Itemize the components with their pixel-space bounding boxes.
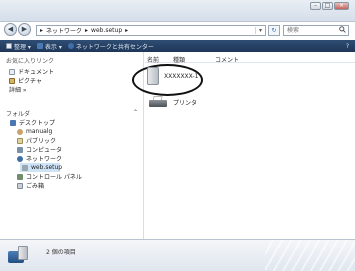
desktop-icon [10, 119, 16, 126]
minimize-button[interactable]: – [310, 2, 321, 10]
tree-item-network[interactable]: ネットワーク [0, 154, 144, 163]
folders-header[interactable]: フォルダ ⌃ [0, 109, 144, 118]
document-icon [9, 68, 15, 75]
address-separator: ▸ [125, 27, 129, 34]
folder-tree: デスクトップ manualg パブリック コンピュータ ネットワーク web.s… [0, 118, 144, 190]
favorite-link-more[interactable]: 詳細 » [0, 85, 143, 94]
tree-item-public[interactable]: パブリック [0, 136, 144, 145]
tree-item-label: manualg [26, 128, 53, 135]
refresh-button[interactable]: ↻ [268, 25, 280, 36]
back-button[interactable]: ◀ [4, 23, 17, 36]
details-pane: 2 個の項目 [0, 239, 355, 271]
search-placeholder: 検索 [287, 27, 300, 34]
tree-item-desktop[interactable]: デスクトップ [0, 118, 144, 127]
network-computer-item[interactable]: XXXXXXX-1 [147, 67, 198, 85]
title-bar: – □ × [0, 0, 355, 22]
tree-item-web-setup[interactable]: web.setup [20, 163, 63, 172]
item-label: XXXXXXX-1 [164, 72, 199, 80]
decorative-swoosh [265, 240, 355, 271]
tree-item-computer[interactable]: コンピュータ [0, 145, 144, 154]
favorite-links-title: お気に入りリンク [6, 58, 55, 65]
nav-buttons: ◀ ▶ [4, 23, 31, 36]
organize-menu[interactable]: 整理 ▾ [6, 42, 31, 51]
tree-item-label: コンピュータ [26, 147, 63, 154]
pictures-icon [9, 77, 15, 84]
organize-icon [6, 43, 12, 49]
tree-item-label: ごみ箱 [26, 183, 45, 190]
favorite-link-pictures[interactable]: ピクチャ [0, 76, 143, 85]
forward-button[interactable]: ▶ [18, 23, 31, 36]
network-server-icon [8, 245, 30, 265]
window-controls: – □ × [310, 2, 349, 10]
search-input[interactable]: 検索 [283, 25, 349, 36]
tree-item-recycle-bin[interactable]: ごみ箱 [0, 181, 144, 190]
command-toolbar: 整理 ▾ 表示 ▾ ネットワークと共有センター ? [0, 40, 355, 52]
address-separator: ▸ [85, 27, 89, 34]
chevron-up-icon[interactable]: ⌃ [133, 109, 138, 116]
computer-tower-icon [147, 67, 159, 85]
help-icon[interactable]: ? [346, 43, 349, 50]
control-panel-icon [17, 173, 23, 180]
network-sharing-icon [67, 43, 74, 49]
tree-item-label: デスクトップ [19, 120, 56, 127]
printer-item[interactable]: プリンタ [149, 96, 197, 108]
folders-title: フォルダ [6, 111, 31, 118]
column-header-name[interactable]: 名前 [145, 55, 169, 64]
computer-icon [17, 146, 23, 153]
tree-item-control-panel[interactable]: コントロール パネル [0, 172, 144, 181]
item-count: 2 個の項目 [46, 249, 76, 256]
address-dropdown-icon[interactable]: ▾ [255, 27, 265, 34]
tree-item-label: コントロール パネル [26, 174, 82, 181]
printer-icon [149, 96, 167, 108]
public-icon [17, 137, 23, 144]
recycle-bin-icon [17, 182, 23, 189]
views-menu[interactable]: 表示 ▾ [36, 42, 62, 51]
column-header-type[interactable]: 種類 [169, 55, 207, 64]
tree-item-label: パブリック [26, 138, 57, 145]
file-list-pane: 名前 種類 コメント XXXXXXX-1 プリンタ [132, 52, 355, 239]
server-icon [22, 164, 28, 171]
maximize-button[interactable]: □ [322, 2, 333, 10]
column-header-comment[interactable]: コメント [207, 55, 267, 64]
address-segment-web-setup[interactable]: web.setup [91, 27, 122, 34]
tree-item-label: web.setup [31, 164, 63, 171]
favorite-link-documents[interactable]: ドキュメント [0, 67, 143, 76]
search-icon[interactable] [339, 26, 346, 36]
organize-label: 整理 ▾ [14, 43, 31, 51]
views-label: 表示 ▾ [44, 43, 62, 51]
address-bar[interactable]: ▸ ネットワーク ▸ web.setup ▸ ▾ [36, 25, 266, 36]
favorite-label: 詳細 » [9, 87, 27, 94]
network-sharing-center-button[interactable]: ネットワークと共有センター [67, 42, 154, 51]
tree-item-label: ネットワーク [26, 156, 63, 163]
tree-item-manualg[interactable]: manualg [0, 127, 144, 136]
close-button[interactable]: × [334, 2, 349, 10]
network-icon [17, 155, 23, 162]
address-separator: ▸ [40, 27, 44, 34]
favorite-label: ピクチャ [18, 78, 42, 85]
network-sharing-label: ネットワークと共有センター [75, 43, 154, 51]
navigation-pane: お気に入りリンク ドキュメント ピクチャ 詳細 » フォルダ ⌃ デスクトップ … [0, 52, 144, 239]
address-segment-network[interactable]: ネットワーク [46, 26, 82, 35]
user-icon [17, 128, 23, 135]
item-label: プリンタ [173, 99, 198, 107]
column-headers: 名前 種類 コメント [145, 55, 355, 64]
favorite-label: ドキュメント [18, 69, 55, 76]
views-icon [36, 43, 43, 49]
